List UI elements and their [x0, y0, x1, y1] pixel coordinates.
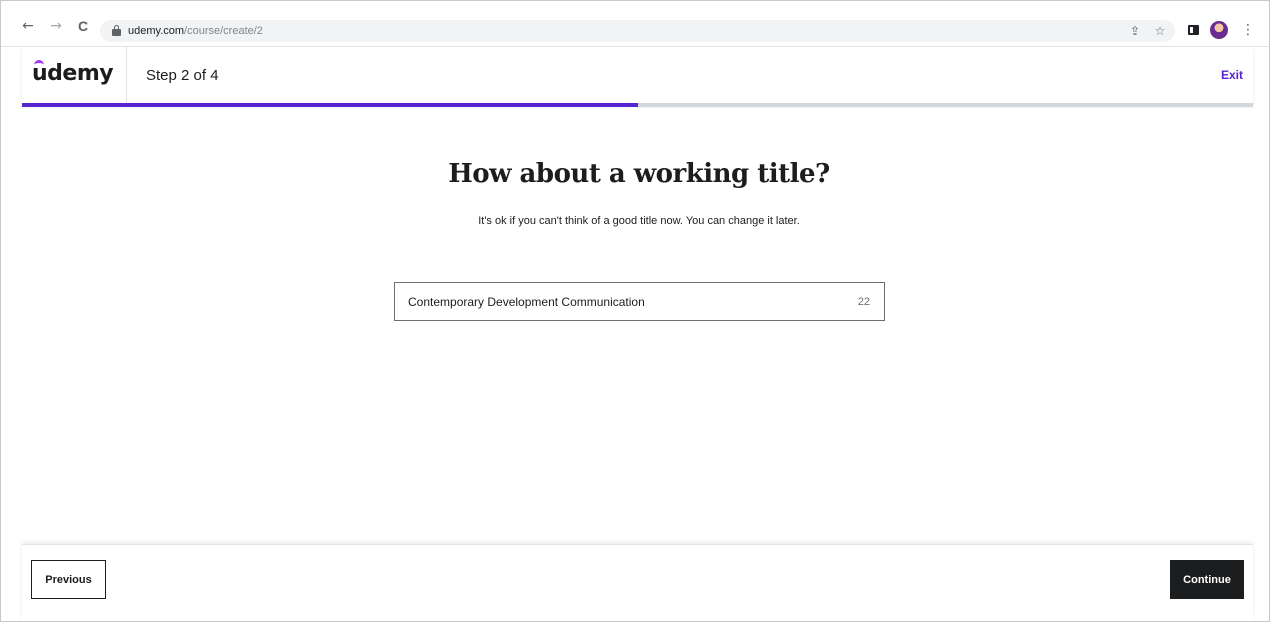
reload-icon[interactable]: C — [75, 18, 91, 34]
page-title: How about a working title? — [448, 159, 830, 189]
side-panel-icon[interactable] — [1188, 25, 1199, 35]
progress-bar — [22, 103, 1253, 107]
url-path: /course/create/2 — [184, 25, 263, 37]
progress-bar-fill — [22, 103, 638, 107]
bookmark-star-icon[interactable]: ☆ — [1152, 23, 1168, 39]
forward-icon[interactable]: → — [48, 18, 64, 34]
step-indicator: Step 2 of 4 — [146, 67, 219, 84]
address-bar[interactable]: udemy.com/course/create/2 ⇪ ☆ — [100, 20, 1175, 42]
course-title-input[interactable] — [408, 283, 828, 320]
browser-menu-icon[interactable]: ⋮ — [1241, 22, 1255, 38]
course-title-field[interactable]: 22 — [394, 282, 885, 321]
back-icon[interactable]: ← — [20, 18, 36, 34]
header-divider — [126, 47, 127, 105]
character-count: 22 — [857, 296, 870, 308]
continue-button[interactable]: Continue — [1170, 560, 1244, 599]
udemy-logo[interactable]: udemy — [32, 59, 114, 89]
profile-avatar[interactable] — [1210, 21, 1228, 39]
footer-bar: Previous Continue — [22, 544, 1253, 621]
browser-window: ← → C udemy.com/course/create/2 ⇪ ☆ ⋮ ud… — [0, 0, 1270, 622]
exit-link[interactable]: Exit — [1221, 67, 1243, 83]
page-subtitle: It's ok if you can't think of a good tit… — [478, 215, 800, 227]
lock-icon[interactable] — [112, 25, 121, 36]
previous-button[interactable]: Previous — [31, 560, 106, 599]
url-host: udemy.com — [128, 25, 185, 37]
url-text[interactable]: udemy.com/course/create/2 — [128, 24, 263, 38]
course-create-header: udemy Step 2 of 4 Exit — [22, 47, 1253, 105]
share-icon[interactable]: ⇪ — [1127, 23, 1143, 39]
browser-toolbar: ← → C udemy.com/course/create/2 ⇪ ☆ ⋮ — [1, 1, 1269, 47]
